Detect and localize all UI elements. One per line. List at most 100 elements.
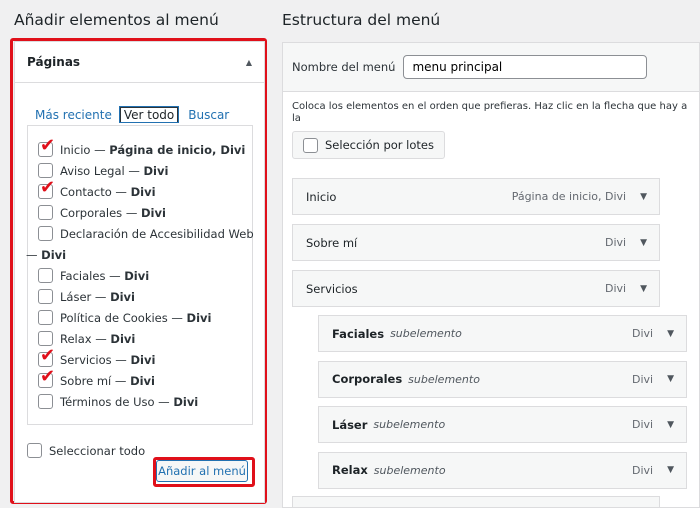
page-checkbox[interactable]: ✔ <box>38 179 55 199</box>
tab-view-all[interactable]: Ver todo <box>118 106 180 123</box>
page-name: Láser <box>60 289 92 304</box>
select-all-checkbox[interactable] <box>27 443 42 458</box>
subitem-label: subelemento <box>373 418 446 431</box>
menu-item[interactable]: Inicio Página de inicio, Divi ▼ <box>292 178 660 215</box>
menu-subitem[interactable]: Corporales subelemento Divi ▼ <box>318 360 687 398</box>
page-meta: Divi <box>143 163 169 178</box>
page-name: Sobre mí <box>60 373 112 388</box>
menu-item-type: Divi <box>604 236 627 249</box>
add-to-menu-button[interactable]: Añadir al menú <box>156 460 248 482</box>
page-name: Inicio <box>60 142 91 157</box>
page-checkbox[interactable]: ✔ <box>38 368 55 388</box>
page-item[interactable]: ✔ Servicios — Divi <box>38 347 248 370</box>
menu-item-type: Divi <box>631 418 654 431</box>
menu-item-title: Faciales <box>332 326 385 341</box>
page-checkbox[interactable] <box>38 226 53 241</box>
expand-arrow-icon[interactable]: ▼ <box>667 329 674 339</box>
pages-header[interactable]: Páginas ▲ <box>15 42 264 83</box>
page-checkbox[interactable] <box>38 310 53 325</box>
menu-item[interactable]: Sobre mí Divi ▼ <box>292 224 660 261</box>
page-item[interactable]: Declaración de Accesibilidad Web <box>38 223 254 244</box>
page-meta: Divi <box>110 289 135 304</box>
expand-arrow-icon[interactable]: ▼ <box>640 192 647 202</box>
page-meta: Divi <box>124 268 150 283</box>
menu-item-type: Página de inicio, Divi <box>511 190 627 203</box>
page-meta: Divi <box>110 331 136 346</box>
page-checkbox[interactable] <box>38 289 53 304</box>
select-all[interactable]: Seleccionar todo <box>27 440 145 461</box>
page-meta: Divi <box>140 205 166 220</box>
page-meta: Divi <box>186 310 212 325</box>
tab-recent[interactable]: Más reciente <box>35 107 120 122</box>
instructions: Coloca los elementos en el orden que pre… <box>292 101 688 124</box>
page-name: Faciales <box>60 268 106 283</box>
tabs: Más reciente Ver todo Buscar <box>35 106 229 123</box>
page-checkbox[interactable] <box>38 163 53 178</box>
page-item[interactable]: ✔ Contacto — Divi <box>38 179 248 202</box>
expand-arrow-icon[interactable]: ▼ <box>667 465 674 475</box>
menu-item-title: Láser <box>332 417 368 432</box>
menu-item-type: Divi <box>631 463 654 477</box>
page-meta: Divi <box>41 247 67 262</box>
page-checkbox[interactable] <box>38 268 53 283</box>
page-checkbox[interactable] <box>38 394 53 409</box>
menu-item-title: Relax <box>332 463 368 477</box>
menu-item-type: Divi <box>631 372 654 386</box>
red-checkmark-icon: ✔ <box>40 366 56 387</box>
page-checkbox[interactable] <box>38 205 53 220</box>
pages-list: ✔ Inicio — Página de inicio, Divi Aviso Le… <box>26 137 254 412</box>
subitem-label: subelemento <box>390 327 462 340</box>
page-checkbox[interactable] <box>38 331 53 346</box>
page-name: Corporales <box>60 205 123 220</box>
menu-item-type: Divi <box>604 282 627 295</box>
collapse-arrow-icon[interactable]: ▲ <box>246 58 252 67</box>
menu-name-input[interactable] <box>403 55 648 79</box>
menu-subitem[interactable]: Relax subelemento Divi ▼ <box>318 451 687 489</box>
expand-arrow-icon[interactable]: ▼ <box>640 284 647 294</box>
expand-arrow-icon[interactable]: ▼ <box>667 420 674 430</box>
page-item[interactable]: Aviso Legal — Divi <box>38 160 248 181</box>
page-name: Aviso Legal <box>60 163 125 178</box>
menu-subitem[interactable]: Faciales subelemento Divi ▼ <box>318 315 687 352</box>
page-name: Política de Cookies <box>60 310 168 325</box>
page-name: Declaración de Accesibilidad Web <box>60 226 254 241</box>
red-checkmark-icon: ✔ <box>40 177 56 198</box>
subitem-label: subelemento <box>408 372 480 386</box>
page-checkbox[interactable]: ✔ <box>38 347 55 367</box>
page-item[interactable]: Política de Cookies — Divi <box>38 307 248 328</box>
menu-item-title: Servicios <box>306 281 358 296</box>
page-item[interactable]: Faciales — Divi <box>38 265 248 286</box>
page-item[interactable]: ✔ Inicio — Página de inicio, Divi <box>38 137 248 160</box>
page-item[interactable]: Láser — Divi <box>38 286 248 307</box>
menu-item-title: Inicio <box>306 189 337 204</box>
bulk-select-button[interactable]: Selección por lotes <box>292 131 445 159</box>
menu-structure-title: Estructura del menú <box>282 11 441 29</box>
page-item[interactable]: Corporales — Divi <box>38 202 248 223</box>
expand-arrow-icon[interactable]: ▼ <box>667 374 674 384</box>
menu-item[interactable] <box>292 496 660 507</box>
menu-subitem[interactable]: Láser subelemento Divi ▼ <box>318 406 687 443</box>
add-items-title: Añadir elementos al menú <box>14 11 219 29</box>
menu-name-label: Nombre del menú <box>292 60 396 74</box>
page-item[interactable]: Relax — Divi <box>38 328 248 349</box>
tab-search[interactable]: Buscar <box>178 107 229 122</box>
page-meta: Divi <box>130 184 156 199</box>
menu-item[interactable]: Servicios Divi ▼ <box>292 270 660 307</box>
bulk-select-checkbox[interactable] <box>303 137 318 153</box>
menu-item-title: Sobre mí <box>306 235 358 250</box>
select-all-label: Seleccionar todo <box>49 443 146 458</box>
page-name: Términos de Uso <box>60 394 155 409</box>
menu-item-type: Divi <box>631 327 654 340</box>
expand-arrow-icon[interactable]: ▼ <box>640 238 647 248</box>
page-meta: Divi <box>130 373 155 388</box>
page-checkbox[interactable]: ✔ <box>38 137 55 157</box>
subitem-label: subelemento <box>373 463 446 477</box>
page-item[interactable]: ✔ Sobre mí — Divi <box>38 368 248 391</box>
page-item[interactable]: Términos de Uso — Divi <box>38 391 248 412</box>
page-name: Relax <box>60 331 92 346</box>
bulk-select-label: Selección por lotes <box>325 138 434 152</box>
page-meta: Página de inicio, Divi <box>109 142 246 157</box>
red-checkmark-icon: ✔ <box>40 345 56 366</box>
pages-title: Páginas <box>27 55 81 69</box>
page-name: Servicios <box>60 352 112 367</box>
